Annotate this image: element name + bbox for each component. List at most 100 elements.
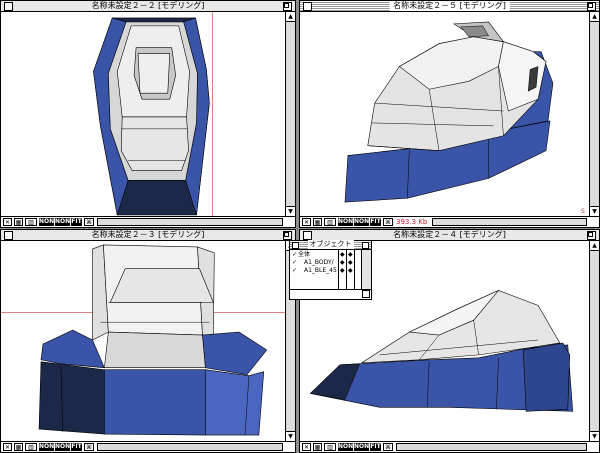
constraint-mode-button[interactable]: NONE: [55, 218, 74, 226]
viewport-canvas[interactable]: [1, 241, 285, 441]
viewport-window-perspective[interactable]: 名称未設定２－５ [モデリング] S ▲ ▼ ✕ ▦ ▥ NONE NONE F…: [299, 0, 600, 228]
visibility-check-icon[interactable]: ✓: [292, 251, 297, 259]
visibility-check-icon[interactable]: ✓: [292, 267, 297, 275]
visibility-check-icon[interactable]: ✓: [292, 259, 297, 267]
snap-mode-button[interactable]: NONE: [338, 443, 357, 451]
horizontal-scrollbar[interactable]: [97, 218, 283, 226]
scroll-up-arrow-icon[interactable]: ▲: [590, 12, 599, 22]
viewport-canvas[interactable]: [1, 12, 285, 216]
window-title: 名称未設定２－４ [モデリング]: [389, 230, 510, 240]
snap-mode-button[interactable]: NONE: [39, 218, 58, 226]
window-statusbar: ✕ ▦ ▥ NONE NONE FIT ⌘: [1, 441, 295, 452]
grid-tool-icon[interactable]: ▦: [14, 443, 23, 451]
close-box-icon[interactable]: [303, 231, 312, 240]
zoom-box-icon[interactable]: [283, 231, 292, 240]
object-flag[interactable]: ◆: [348, 259, 353, 267]
zoom-box-icon[interactable]: [362, 242, 369, 249]
object-flag[interactable]: ◆: [348, 267, 353, 275]
camera-tool-icon[interactable]: ⌘: [84, 218, 94, 226]
model-perspective-view: [344, 21, 554, 203]
model-lower-panel: [120, 116, 189, 171]
object-name: A1_BLE_45: [304, 267, 337, 274]
render-mode-icon[interactable]: ▥: [25, 218, 37, 226]
grid-tool-icon[interactable]: ▦: [14, 218, 23, 226]
axis-tool-icon[interactable]: ✕: [302, 443, 311, 451]
close-box-icon[interactable]: [4, 2, 13, 11]
constraint-mode-button[interactable]: NONE: [354, 218, 373, 226]
object-row[interactable]: ✓ 全体 ◆ ◆: [290, 251, 361, 259]
camera-tool-icon[interactable]: ⌘: [383, 443, 393, 451]
object-palette[interactable]: オブジェクト ✓ 全体 ◆ ◆ ✓ A1_BODY/ ◆ ◆ ✓ A1_BLE_…: [289, 240, 372, 300]
model-rear-slope: [109, 268, 214, 303]
scroll-up-arrow-icon[interactable]: ▲: [590, 241, 599, 251]
horizontal-scrollbar[interactable]: [396, 443, 587, 451]
camera-tool-icon[interactable]: ⌘: [383, 218, 393, 226]
scroll-down-arrow-icon[interactable]: ▼: [590, 431, 599, 441]
model-front-center: [104, 369, 206, 436]
fit-button[interactable]: FIT: [370, 218, 381, 226]
object-name: 全体: [298, 251, 311, 258]
object-flag[interactable]: ◆: [340, 259, 345, 267]
zoom-box-icon[interactable]: [587, 2, 596, 11]
horizontal-scrollbar[interactable]: [432, 218, 587, 226]
window-titlebar[interactable]: 名称未設定２－３ [モデリング]: [1, 230, 295, 241]
zoom-box-icon[interactable]: [283, 2, 292, 11]
memory-readout: 393.3 Kb: [396, 218, 428, 226]
render-mode-icon[interactable]: ▥: [25, 443, 37, 451]
window-statusbar: ✕ ▦ ▥ NONE NONE FIT ⌘: [1, 216, 295, 227]
viewport-canvas[interactable]: S: [300, 12, 589, 216]
palette-scrollbar[interactable]: [361, 250, 371, 290]
render-mode-icon[interactable]: ▥: [324, 443, 336, 451]
vertical-scrollbar[interactable]: ▲ ▼: [589, 241, 599, 441]
scroll-down-arrow-icon[interactable]: ▼: [286, 431, 295, 441]
window-titlebar[interactable]: 名称未設定２－５ [モデリング]: [300, 1, 599, 12]
vertical-scrollbar[interactable]: ▲ ▼: [285, 12, 295, 216]
fit-button[interactable]: FIT: [71, 443, 82, 451]
axis-tool-icon[interactable]: ✕: [302, 218, 311, 226]
axis-marker: S: [581, 208, 585, 215]
window-titlebar[interactable]: 名称未設定２－２ [モデリング]: [1, 1, 295, 12]
grid-tool-icon[interactable]: ▦: [313, 443, 322, 451]
object-row[interactable]: ✓ A1_BLE_45 ◆ ◆: [290, 267, 361, 275]
object-flag[interactable]: ◆: [340, 251, 345, 259]
fit-button[interactable]: FIT: [71, 218, 82, 226]
window-title: 名称未設定２－５ [モデリング]: [389, 1, 510, 11]
fit-button[interactable]: FIT: [370, 443, 381, 451]
object-flag[interactable]: ◆: [348, 251, 353, 259]
scroll-up-arrow-icon[interactable]: ▲: [286, 12, 295, 22]
window-statusbar: ✕ ▦ ▥ NONE NONE FIT ⌘ 393.3 Kb: [300, 216, 599, 227]
model-front-right: [205, 369, 265, 436]
scroll-down-arrow-icon[interactable]: ▼: [286, 206, 295, 216]
close-box-icon[interactable]: [292, 242, 299, 249]
viewport-window-top[interactable]: 名称未設定２－２ [モデリング] ▲ ▼ ✕ ▦ ▥ NONE NONE FIT: [0, 0, 296, 228]
close-box-icon[interactable]: [4, 231, 13, 240]
window-title: 名称未設定２－３ [モデリング]: [87, 230, 209, 240]
palette-titlebar[interactable]: オブジェクト: [290, 240, 371, 250]
render-mode-icon[interactable]: ▥: [324, 218, 336, 226]
constraint-mode-button[interactable]: NONE: [55, 443, 74, 451]
snap-mode-button[interactable]: NONE: [338, 218, 357, 226]
viewport-window-front[interactable]: 名称未設定２－３ [モデリング] ▲ ▼ ✕ ▦ ▥ NONE NONE: [0, 229, 296, 453]
model-seat-back: [104, 331, 206, 369]
horizontal-scrollbar[interactable]: [97, 443, 283, 451]
close-box-icon[interactable]: [303, 2, 312, 11]
object-name: A1_BODY/: [304, 259, 334, 266]
vertical-scrollbar[interactable]: ▲ ▼: [589, 12, 599, 216]
grid-tool-icon[interactable]: ▦: [313, 218, 322, 226]
camera-tool-icon[interactable]: ⌘: [84, 443, 94, 451]
object-flag[interactable]: ◆: [340, 267, 345, 275]
model-front-dark: [38, 361, 105, 435]
constraint-mode-button[interactable]: NONE: [354, 443, 373, 451]
axis-tool-icon[interactable]: ✕: [3, 218, 12, 226]
model-seat: [137, 53, 171, 94]
model-front-view: [38, 244, 268, 436]
zoom-box-icon[interactable]: [587, 231, 596, 240]
model-right-side: [202, 331, 268, 375]
snap-mode-button[interactable]: NONE: [39, 443, 58, 451]
axis-tool-icon[interactable]: ✕: [3, 443, 12, 451]
object-row[interactable]: ✓ A1_BODY/ ◆ ◆: [290, 259, 361, 267]
resize-grip-icon[interactable]: [362, 290, 370, 298]
scroll-down-arrow-icon[interactable]: ▼: [590, 206, 599, 216]
palette-title: オブジェクト: [307, 240, 354, 249]
model-top-view: [93, 17, 210, 216]
